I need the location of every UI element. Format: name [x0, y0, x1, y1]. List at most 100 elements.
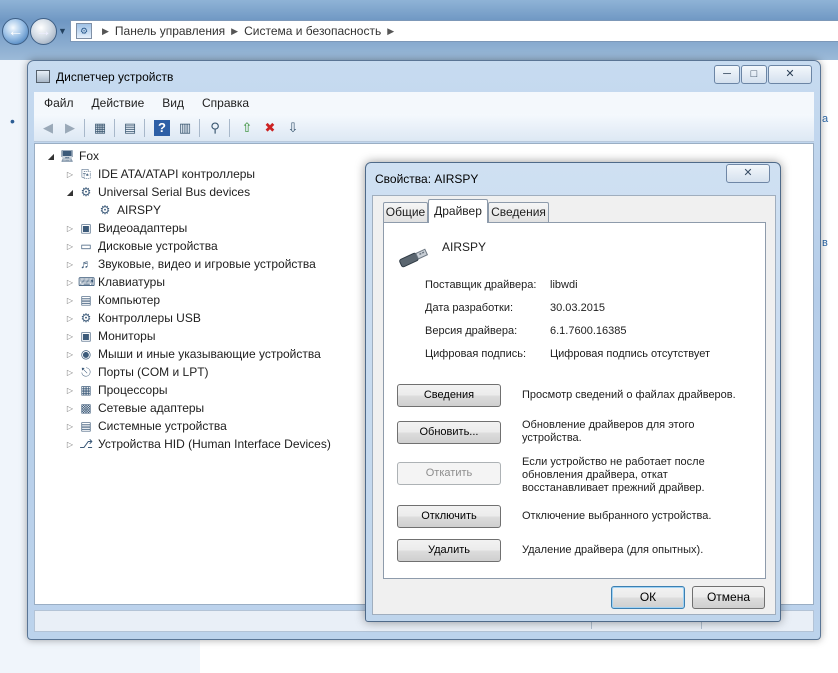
disk-drive-icon: ▭ — [80, 239, 92, 253]
expand-icon[interactable]: ▷ — [64, 260, 76, 269]
keyboard-icon: ⌨ — [78, 275, 96, 289]
scan-hardware-icon[interactable]: ⚲ — [207, 120, 223, 136]
expand-icon[interactable]: ▷ — [64, 422, 76, 431]
tree-item[interactable]: ▷ ◉ Мыши и иные указывающие устройства — [64, 345, 321, 363]
expand-icon[interactable]: ▷ — [64, 242, 76, 251]
usb-icon: ⚙ — [80, 185, 92, 199]
expand-icon[interactable]: ▷ — [64, 224, 76, 233]
maximize-button[interactable]: □ — [741, 65, 767, 84]
explorer-address-bar: ← → ▼ ⚙ ▶ Панель управления ▶ Система и … — [0, 0, 838, 60]
ok-button[interactable]: ОК — [611, 586, 685, 609]
menu-file[interactable]: Файл — [34, 96, 82, 110]
expand-icon[interactable]: ▷ — [64, 440, 76, 449]
tab-driver[interactable]: Драйвер — [428, 199, 488, 223]
menu-action[interactable]: Действие — [82, 96, 153, 110]
hid-icon: ⎇ — [79, 437, 93, 451]
properties-dialog: Свойства: AIRSPY ✕ Общие Драйвер Сведени… — [365, 162, 781, 622]
menu-help[interactable]: Справка — [192, 96, 257, 110]
tree-item-label: Клавиатуры — [98, 275, 165, 289]
expand-icon[interactable]: ▷ — [64, 368, 76, 377]
tab-general[interactable]: Общие — [383, 202, 428, 222]
tree-item[interactable]: ▷ ▦ Процессоры — [64, 381, 168, 399]
tree-root-label: Fox — [79, 149, 100, 163]
tree-item-airspy[interactable]: ⚙ AIRSPY — [95, 201, 161, 219]
tree-item[interactable]: ◢ ⚙ Universal Serial Bus devices — [64, 183, 250, 201]
tree-item[interactable]: ▷ ▤ Системные устройства — [64, 417, 227, 435]
close-button[interactable]: ✕ — [768, 65, 812, 84]
expand-icon[interactable]: ▷ — [64, 332, 76, 341]
window-title: Диспетчер устройств — [56, 70, 174, 84]
help-icon[interactable]: ? — [154, 120, 170, 136]
breadcrumb-chevron-icon[interactable]: ▶ — [387, 26, 394, 37]
expand-icon[interactable]: ▷ — [64, 404, 76, 413]
breadcrumb-control-panel[interactable]: Панель управления — [115, 24, 225, 38]
tree-item[interactable]: ▷ ▤ Компьютер — [64, 291, 160, 309]
update-driver-button[interactable]: Обновить... — [397, 421, 501, 444]
expand-icon[interactable]: ▷ — [64, 350, 76, 359]
tree-item[interactable]: ▷ ⎋ Порты (COM и LPT) — [64, 363, 209, 381]
disable-device-button[interactable]: Отключить — [397, 505, 501, 528]
tree-item[interactable]: ▷ ⎇ Устройства HID (Human Interface Devi… — [64, 435, 331, 453]
title-bar[interactable]: Диспетчер устройств ─ □ ✕ — [28, 61, 820, 91]
uninstall-driver-desc: Удаление драйвера (для опытных). — [522, 544, 704, 556]
tree-item[interactable]: ▷ ▩ Сетевые адаптеры — [64, 399, 204, 417]
link-fragment: в — [822, 237, 828, 249]
driver-details-button[interactable]: Сведения — [397, 384, 501, 407]
back-icon[interactable]: ◀ — [40, 120, 56, 136]
tree-item-label: Мыши и иные указывающие устройства — [98, 347, 321, 361]
address-field[interactable]: ⚙ ▶ Панель управления ▶ Система и безопа… — [70, 20, 838, 42]
link-fragment: а — [822, 113, 829, 125]
system-device-icon: ▤ — [80, 419, 92, 433]
usb-controller-icon: ⚙ — [80, 311, 92, 325]
view-icon[interactable]: ▥ — [177, 120, 193, 136]
driver-details-desc: Просмотр сведений о файлах драйверов. — [522, 389, 736, 401]
forward-icon[interactable]: ▶ — [62, 120, 78, 136]
expand-icon[interactable]: ▷ — [64, 296, 76, 305]
show-hide-tree-icon[interactable]: ▦ — [92, 120, 108, 136]
tree-root[interactable]: ◢ 🖥 Fox — [45, 147, 99, 165]
usb-device-icon: ⚙ — [99, 203, 111, 217]
tree-item[interactable]: ▷ ▣ Мониторы — [64, 327, 156, 345]
breadcrumb-chevron-icon[interactable]: ▶ — [102, 26, 109, 37]
tree-item-label: Дисковые устройства — [98, 239, 218, 253]
tree-item-label: Процессоры — [98, 383, 168, 397]
collapse-icon[interactable]: ◢ — [45, 152, 57, 161]
toolbar: ◀ ▶ ▦ ▤ ? ▥ ⚲ ⇧ ✖ ⇩ — [34, 114, 814, 142]
tree-item[interactable]: ▷ ⚙ Контроллеры USB — [64, 309, 201, 327]
menu-view[interactable]: Вид — [152, 96, 192, 110]
tree-item-label: Видеоадаптеры — [98, 221, 188, 235]
expand-icon[interactable]: ▷ — [64, 170, 76, 179]
tree-item-label: Контроллеры USB — [98, 311, 201, 325]
tree-item-label: Порты (COM и LPT) — [98, 365, 209, 379]
breadcrumb-system-security[interactable]: Система и безопасность — [244, 24, 381, 38]
cancel-button[interactable]: Отмена — [692, 586, 765, 609]
expand-icon[interactable]: ▷ — [64, 314, 76, 323]
roll-back-driver-button[interactable]: Откатить — [397, 462, 501, 485]
tree-item[interactable]: ▷ ♬ Звуковые, видео и игровые устройства — [64, 255, 316, 273]
tree-item[interactable]: ▷ ▭ Дисковые устройства — [64, 237, 218, 255]
menu-bar: Файл Действие Вид Справка — [34, 92, 814, 114]
forward-arrow-icon[interactable]: → — [30, 18, 57, 45]
update-driver-icon[interactable]: ⇧ — [239, 120, 255, 136]
digital-signer-value: Цифровая подпись отсутствует — [550, 348, 711, 360]
uninstall-device-icon[interactable]: ⇩ — [285, 120, 301, 136]
driver-provider-value: libwdi — [550, 279, 578, 291]
back-arrow-icon[interactable]: ← — [2, 18, 29, 45]
tree-item[interactable]: ▷ ▣ Видеоадаптеры — [64, 219, 187, 237]
tab-details[interactable]: Сведения — [488, 202, 549, 222]
properties-icon[interactable]: ▤ — [122, 120, 138, 136]
recent-pages-chevron-icon[interactable]: ▼ — [58, 26, 67, 36]
uninstall-driver-button[interactable]: Удалить — [397, 539, 501, 562]
tree-item[interactable]: ▷ ⌨ Клавиатуры — [64, 273, 165, 291]
collapse-icon[interactable]: ◢ — [64, 188, 76, 197]
minimize-button[interactable]: ─ — [714, 65, 740, 84]
dialog-close-button[interactable]: ✕ — [726, 164, 770, 183]
driver-version-label: Версия драйвера: — [425, 325, 518, 337]
breadcrumb-chevron-icon[interactable]: ▶ — [231, 26, 238, 37]
expand-icon[interactable]: ▷ — [64, 278, 76, 287]
port-icon: ⎋ — [81, 365, 91, 379]
driver-date-value: 30.03.2015 — [550, 302, 606, 314]
tree-item[interactable]: ▷ ⎘ IDE ATA/ATAPI контроллеры — [64, 165, 255, 183]
disable-device-icon[interactable]: ✖ — [262, 120, 278, 136]
expand-icon[interactable]: ▷ — [64, 386, 76, 395]
